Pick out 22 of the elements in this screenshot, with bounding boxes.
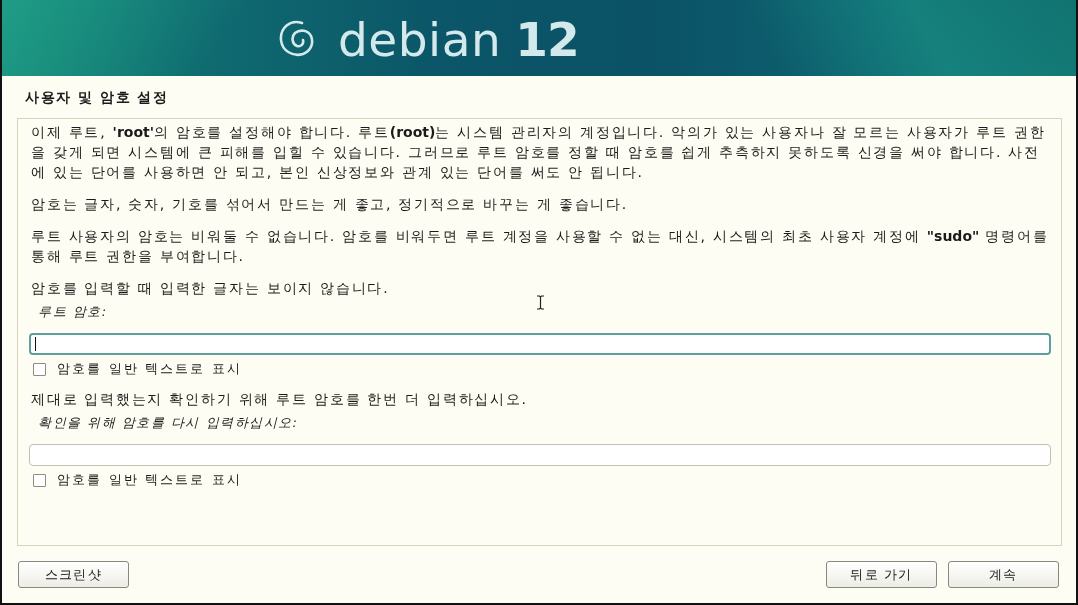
instruction-text: 제대로 입력했는지 확인하기 위해 루트 암호를 한번 더 입력하십시오. (31, 390, 529, 409)
show-password-checkbox[interactable] (33, 362, 46, 376)
version-number: 12 (515, 15, 579, 63)
installer-button[interactable]: 스크린샷 (18, 561, 129, 588)
instruction-text: 루트 사용자의 암호는 비워둘 수 없습니다. 암호를 비워두면 루트 계정을 사용할 수 없는 대신, 시스템의 최초 사용자 계정에 "sudo" 명령어를 통해 루트 권한을 부여합니다. (31, 227, 1050, 266)
instruction-text: 암호를 입력할 때 입력한 글자는 보이지 않습니다. (31, 279, 391, 298)
password-field[interactable] (29, 444, 1051, 466)
show-password-checkbox[interactable] (33, 473, 46, 487)
instruction-text: 암호는 글자, 숫자, 기호를 섞어서 만드는 게 좋고, 정기적으로 바꾸는 게 좋습니다. (31, 195, 629, 214)
logo-text: debian (338, 15, 502, 63)
password-field[interactable] (29, 333, 1051, 355)
field-label: 루트 암호: (37, 303, 108, 321)
installer-button[interactable]: 계속 (948, 561, 1059, 588)
checkbox-label[interactable]: 암호를 일반 텍스트로 표시 (57, 471, 242, 489)
page-title: 사용자 및 암호 설정 (25, 87, 169, 107)
installer-button[interactable]: 뒤로 가기 (826, 561, 937, 588)
instruction-text: 이제 루트, 'root'의 암호를 설정해야 합니다. 루트(root)는 시스템 관리자의 계정입니다. 악의가 있는 사용자나 잘 모르는 사용자가 루트 권한을 갖게 되면 시스템에 큰 피해를 입힐 수 있습니다. 그러므로 루트 암호를 정할 때 암호를 쉽게 추측하지 못하도록 신경을 써야 합니다. 사전에 있는 단어를 사용하면 안 되고, 본인 신상정보와 관계 있는 단어를 써도 안 됩니다. (31, 123, 1047, 182)
field-label: 확인을 위해 암호를 다시 입력하십시오: (37, 414, 299, 432)
text-caret-icon (35, 337, 36, 351)
swirl-logo-icon (278, 19, 316, 59)
text-cursor-pointer-icon (536, 295, 545, 310)
checkbox-label[interactable]: 암호를 일반 텍스트로 표시 (57, 360, 242, 378)
